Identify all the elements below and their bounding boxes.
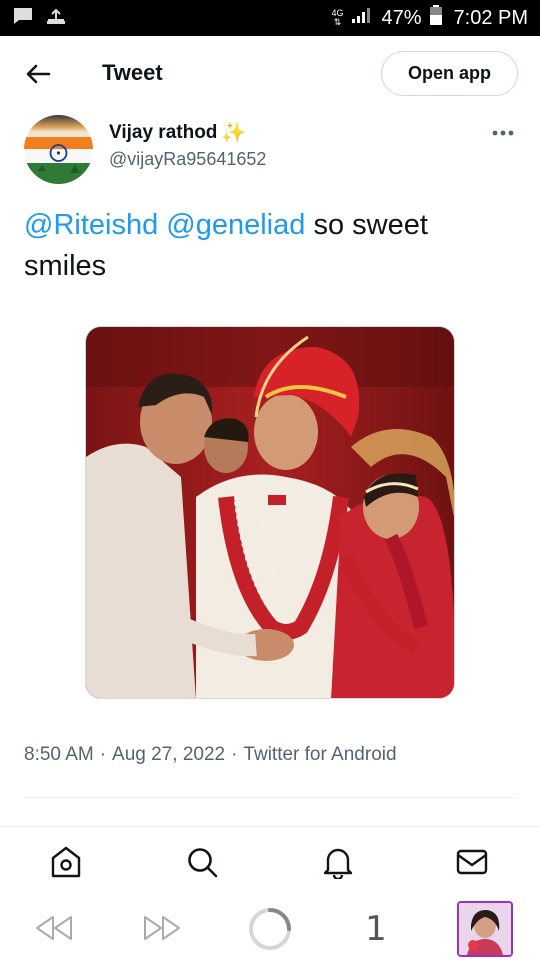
profile-avatar	[457, 901, 513, 957]
bell-icon	[323, 848, 353, 879]
sparkle-emoji: ✨	[221, 122, 247, 144]
tab-count: 1	[365, 909, 387, 949]
tab-switcher-button[interactable]: 1	[358, 906, 394, 952]
tab-messages[interactable]	[454, 844, 490, 880]
signal-strength-icon	[351, 6, 373, 30]
status-bar-right: 4G ⇅ 47% 7:02 PM	[331, 5, 528, 31]
bottom-tab-bar	[0, 830, 540, 896]
back-arrow-icon	[26, 64, 51, 84]
author-handle[interactable]: @vijayRa95641652	[109, 149, 266, 170]
divider	[24, 797, 516, 798]
tweet-time[interactable]: 8:50 AM	[24, 744, 94, 766]
more-dots-icon	[492, 130, 514, 136]
reload-button[interactable]	[247, 906, 293, 952]
tweet-date[interactable]: Aug 27, 2022	[112, 744, 225, 766]
search-icon	[188, 848, 218, 878]
clock: 7:02 PM	[453, 6, 528, 29]
meta-separator: ·	[231, 744, 238, 765]
rewind-icon	[36, 916, 72, 940]
tab-notifications[interactable]	[320, 844, 356, 880]
tab-home[interactable]	[48, 844, 84, 880]
mention-link[interactable]: @Riteishd	[24, 209, 158, 241]
status-bar: 4G ⇅ 47% 7:02 PM	[0, 0, 540, 36]
browser-navigation-bar: 1	[0, 896, 540, 960]
top-app-bar: Tweet Open app	[0, 36, 540, 112]
tab-explore[interactable]	[184, 844, 220, 880]
tweet-photo[interactable]	[85, 326, 455, 699]
home-icon	[51, 846, 81, 878]
battery-percent: 47%	[381, 6, 422, 29]
divider	[0, 826, 540, 827]
mail-icon	[456, 849, 488, 875]
message-notification-icon	[12, 6, 34, 31]
rewind-button[interactable]	[34, 912, 74, 944]
author-name-text: Vijay rathod	[109, 121, 218, 143]
network-type-indicator: 4G ⇅	[331, 8, 344, 27]
battery-icon	[429, 5, 442, 31]
page-title: Tweet	[102, 60, 163, 85]
wedding-photo-image	[86, 327, 454, 698]
tweet-meta: 8:50 AM · Aug 27, 2022 · Twitter for And…	[24, 744, 397, 766]
tweet-source: Twitter for Android	[243, 744, 397, 765]
author-name[interactable]: Vijay rathod ✨	[109, 120, 246, 145]
open-app-button[interactable]: Open app	[381, 51, 518, 96]
mention-link[interactable]: @geneliad	[166, 209, 305, 241]
fast-forward-icon	[144, 916, 180, 940]
status-bar-left	[12, 6, 68, 31]
meta-separator: ·	[99, 744, 107, 765]
back-button[interactable]	[22, 58, 54, 90]
loading-spinner-icon	[249, 908, 291, 950]
tweet-text: @Riteishd @geneliad so sweet smiles	[24, 205, 514, 287]
more-options-button[interactable]	[488, 118, 518, 148]
usb-notification-icon	[44, 6, 68, 31]
fast-forward-button[interactable]	[142, 912, 182, 944]
author-avatar[interactable]	[24, 115, 93, 184]
profile-button[interactable]	[457, 901, 513, 957]
